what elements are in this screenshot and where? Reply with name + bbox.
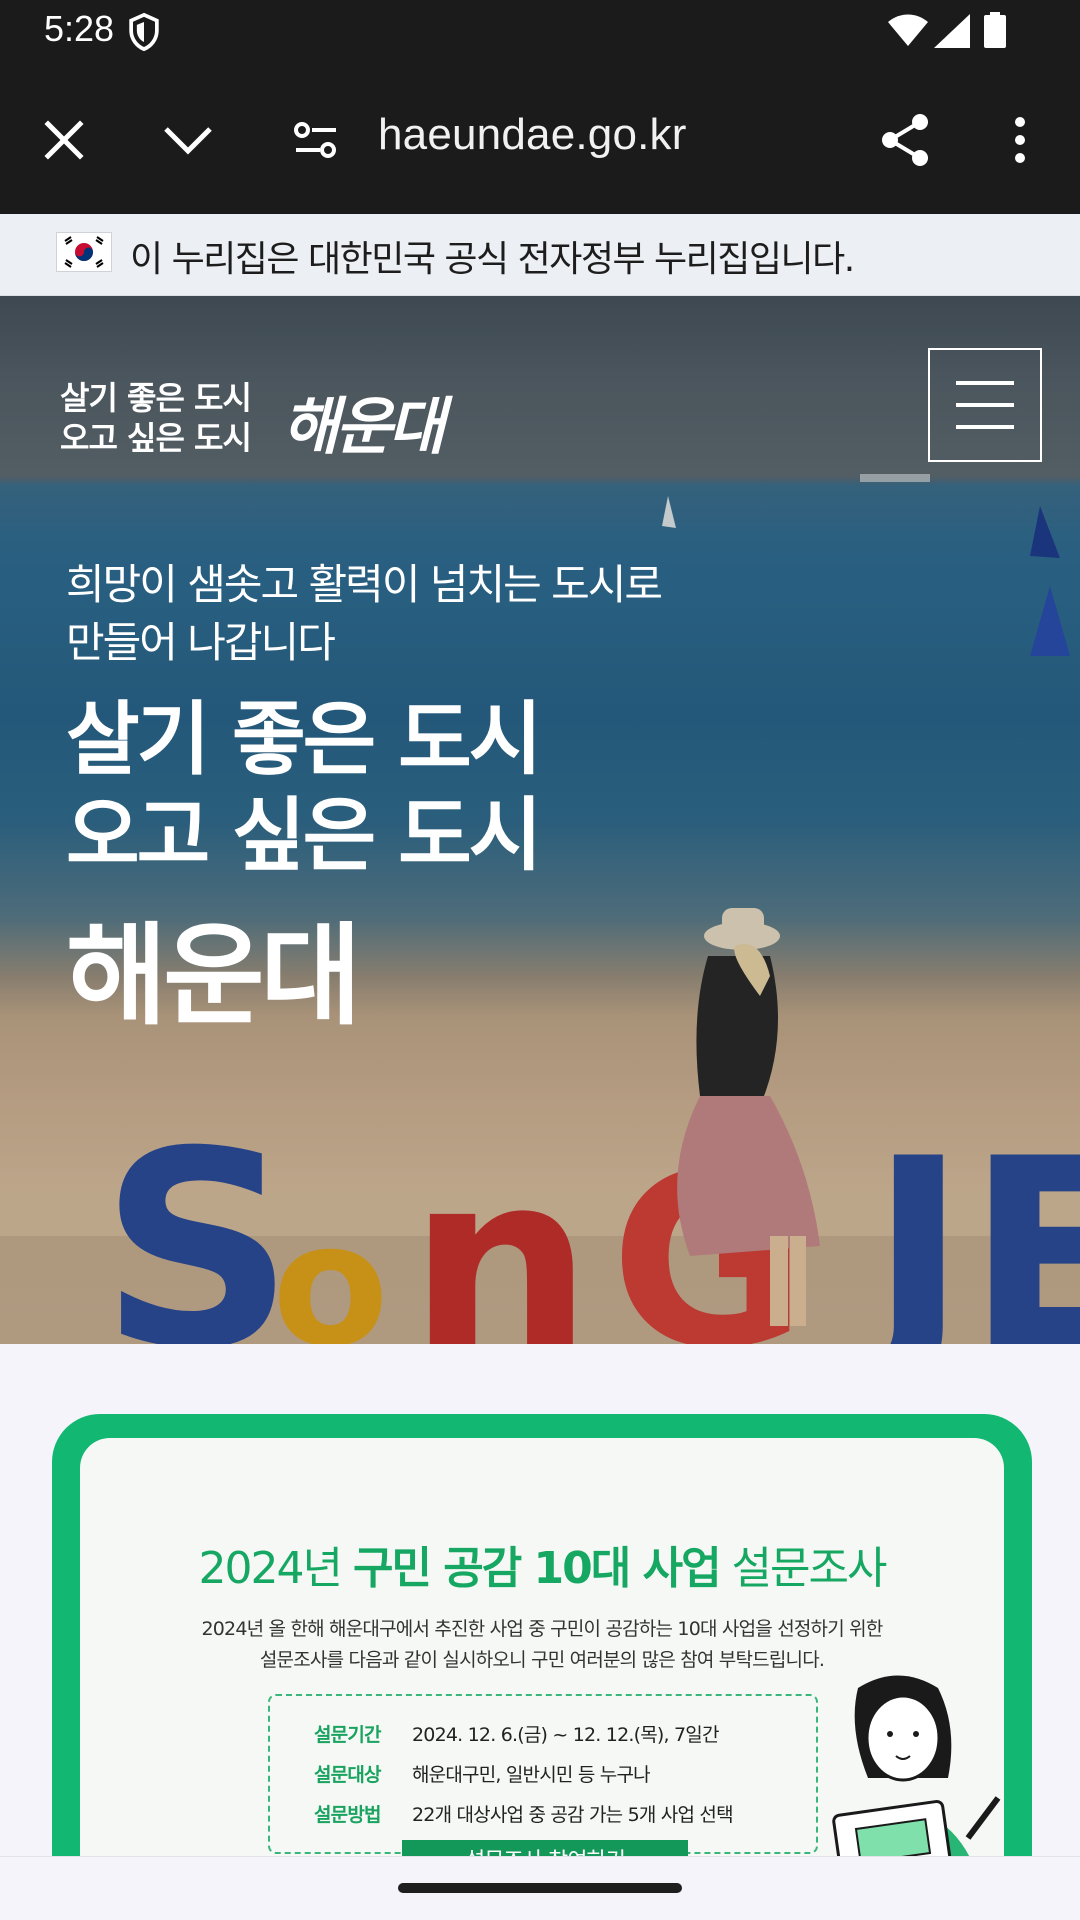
close-tab-button[interactable] — [28, 104, 100, 176]
site-settings-button[interactable] — [280, 104, 352, 176]
survey-target-row: 설문대상 해운대구민, 일반시민 등 누구나 — [314, 1764, 651, 1786]
share-button[interactable] — [870, 104, 942, 176]
more-vert-icon — [1015, 117, 1025, 163]
hero-headline: 살기 좋은 도시 오고 싶은 도시 — [66, 692, 542, 884]
survey-method-row: 설문방법 22개 대상사업 중 공감 가는 5개 사업 선택 — [314, 1804, 734, 1826]
survey-title: 2024년 구민 공감 10대 사업 설문조사 — [198, 1543, 888, 1594]
url-bar[interactable]: haeundae.go.kr — [378, 110, 687, 160]
gov-banner: 이 누리집은 대한민국 공식 전자정부 누리집입니다. — [0, 214, 1080, 296]
survey-period-row: 설문기간 2024. 12. 6.(금) ~ 12. 12.(목), 7일간 — [314, 1724, 719, 1746]
hero-headline-line-1: 살기 좋은 도시 — [66, 693, 542, 786]
close-icon — [44, 120, 84, 160]
survey-description: 2024년 올 한해 해운대구에서 추진한 사업 중 구민이 공감하는 10대 … — [201, 1618, 883, 1671]
clock: 5:28 — [44, 8, 115, 49]
main-content: 2024년 구민 공감 10대 사업 설문조사 2024년 올 한해 해운대구에… — [0, 1344, 1080, 1918]
tune-icon — [294, 122, 336, 158]
browser-toolbar: haeundae.go.kr — [0, 64, 1080, 214]
signal-icon — [934, 14, 970, 48]
menu-button[interactable] — [928, 348, 1042, 462]
wifi-icon — [888, 14, 928, 46]
gov-banner-text: 이 누리집은 대한민국 공식 전자정부 누리집입니다. — [130, 239, 855, 280]
hamburger-icon — [956, 381, 1014, 385]
more-options-button[interactable] — [984, 104, 1056, 176]
shield-icon — [129, 12, 159, 52]
gesture-nav-bar — [0, 1856, 1080, 1920]
logo-script: 해운대 — [282, 390, 445, 463]
battery-icon — [984, 12, 1006, 48]
survey-info-box: 설문기간 2024. 12. 6.(금) ~ 12. 12.(목), 7일간 설문… — [268, 1694, 818, 1854]
site-logo[interactable]: 살기 좋은 도시 오고 싶은 도시 — [60, 378, 252, 458]
share-icon — [882, 114, 928, 166]
hero-subtitle-line-2: 만들어 나갑니다 — [66, 618, 336, 667]
status-bar: 5:28 — [0, 0, 1080, 64]
logo-line-1: 살기 좋은 도시 — [60, 379, 252, 417]
chevron-down-icon — [164, 127, 212, 155]
hero-subtitle: 희망이 샘솟고 활력이 넘치는 도시로 만들어 나갑니다 — [66, 556, 663, 672]
hero-banner: S o n G JE 살기 좋은 도시 오고 싶은 도시 해운대 희망이 샘솟고… — [0, 296, 1080, 1344]
survey-banner-card[interactable]: 2024년 구민 공감 10대 사업 설문조사 2024년 올 한해 해운대구에… — [52, 1414, 1032, 1918]
hero-subtitle-line-1: 희망이 샘솟고 활력이 넘치는 도시로 — [66, 560, 663, 609]
hero-headline-line-2: 오고 싶은 도시 — [66, 789, 542, 882]
logo-line-2: 오고 싶은 도시 — [60, 419, 252, 457]
hero-headline-big: 해운대 — [66, 912, 362, 1040]
survey-card-body: 2024년 구민 공감 10대 사업 설문조사 2024년 올 한해 해운대구에… — [80, 1438, 1004, 1918]
home-gesture-handle[interactable] — [398, 1883, 682, 1893]
minimize-button[interactable] — [152, 104, 224, 176]
korean-flag-icon — [56, 232, 112, 272]
